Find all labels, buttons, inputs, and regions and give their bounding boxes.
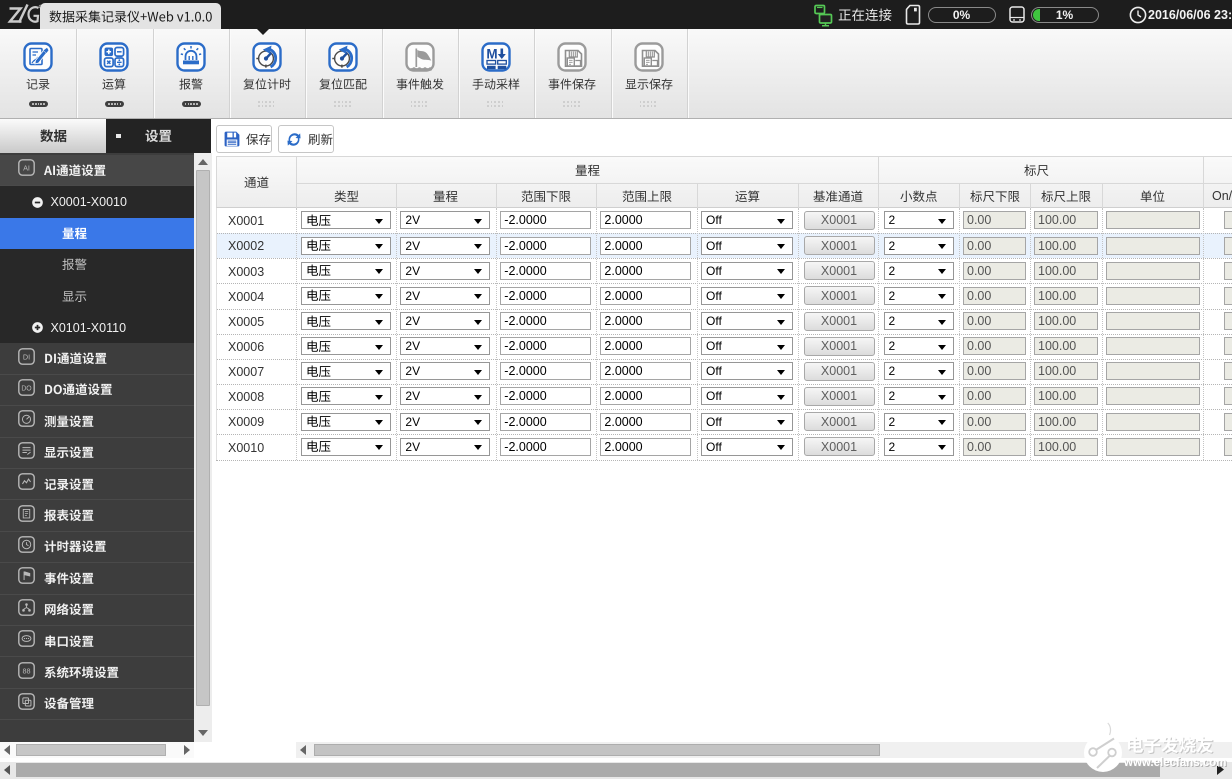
svg-text:AI: AI	[23, 164, 30, 173]
svg-text:88: 88	[22, 666, 30, 675]
svg-text:DO: DO	[21, 385, 32, 392]
svg-text:M: M	[486, 47, 497, 62]
svg-text:DI: DI	[22, 352, 29, 361]
